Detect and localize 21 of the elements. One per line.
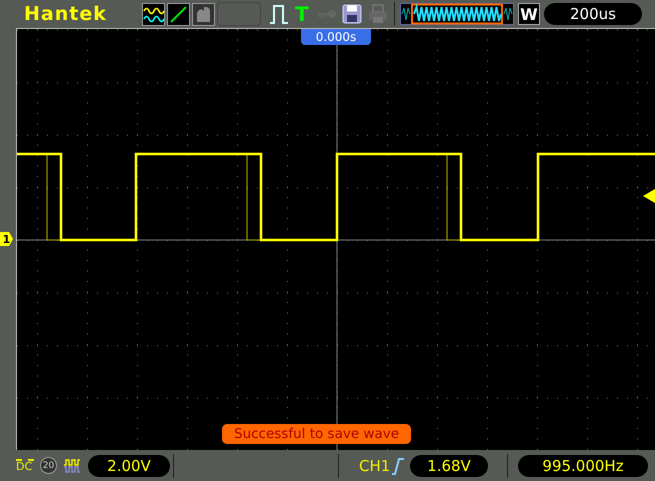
coupling-label[interactable]: DC — [16, 459, 34, 472]
frequency-readout: 995.000Hz — [518, 454, 648, 476]
channel-marker[interactable]: 1 — [0, 232, 13, 246]
status-message: Successful to save wave — [222, 424, 412, 444]
wave-display-icon[interactable] — [142, 2, 165, 26]
volts-per-div-readout[interactable]: 2.00V — [88, 454, 170, 476]
bandwidth-limit-indicator[interactable]: 20 — [40, 457, 57, 474]
trigger-level-readout[interactable]: 1.68V — [410, 454, 488, 476]
trigger-level-arrow[interactable] — [643, 189, 655, 203]
trigger-source-label[interactable]: CH1 — [359, 456, 391, 474]
brand-logo: Hantek — [24, 3, 108, 25]
trigger-position-marker[interactable]: 0.000s — [301, 29, 371, 45]
window-mode-label[interactable]: W — [518, 3, 540, 25]
xy-mode-icon[interactable] — [167, 2, 190, 26]
timebase-readout[interactable]: 200us — [544, 3, 642, 25]
waveform-overview[interactable] — [400, 3, 514, 25]
rising-edge-icon[interactable] — [391, 456, 405, 474]
persistence-icon[interactable] — [192, 2, 215, 26]
trigger-status: T — [295, 2, 310, 26]
pulse-icon[interactable] — [269, 3, 289, 25]
square-pulse-icon[interactable] — [63, 458, 81, 474]
